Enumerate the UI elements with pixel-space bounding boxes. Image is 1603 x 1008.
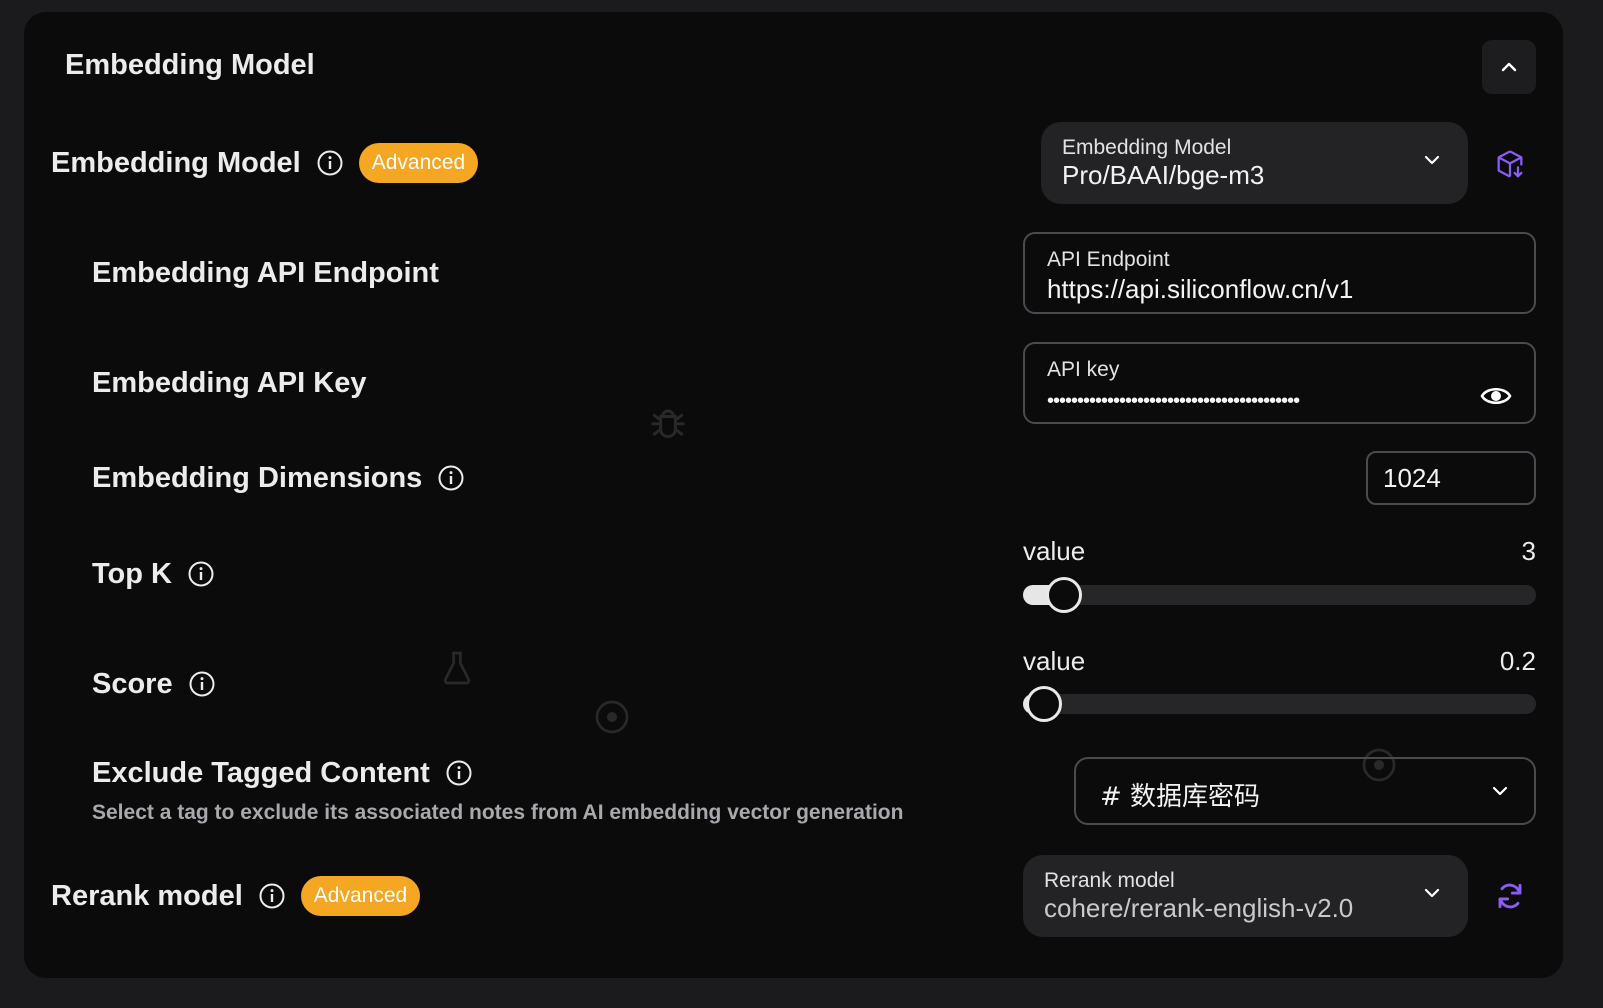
top-k-row-label: Top K: [92, 553, 214, 595]
advanced-badge: Advanced: [300, 876, 421, 916]
info-icon[interactable]: [259, 883, 285, 909]
bug-icon: [651, 409, 685, 439]
refresh-icon[interactable]: [1494, 880, 1526, 912]
top-k-slider[interactable]: [1023, 577, 1536, 613]
score-slider-thumb[interactable]: [1025, 686, 1062, 722]
rerank-model-label: Rerank model: [51, 879, 243, 912]
embedding-model-row-label: Embedding Model Advanced: [51, 142, 479, 184]
exclude-tagged-row-label: Exclude Tagged Content: [92, 752, 472, 794]
api-key-field[interactable]: API key ••••••••••••••••••••••••••••••••…: [1023, 342, 1536, 424]
info-icon[interactable]: [189, 671, 215, 697]
info-icon[interactable]: [446, 760, 472, 786]
info-icon[interactable]: [317, 150, 343, 176]
rerank-model-select[interactable]: Rerank model cohere/rerank-english-v2.0: [1023, 855, 1468, 937]
rerank-model-select-value: cohere/rerank-english-v2.0: [1044, 893, 1354, 923]
target-icon: [595, 700, 629, 734]
chevron-down-icon: [1424, 888, 1440, 898]
flask-icon: [443, 651, 471, 685]
exclude-tagged-description: Select a tag to exclude its associated n…: [92, 801, 904, 824]
cube-download-icon[interactable]: [1494, 148, 1526, 180]
eye-icon[interactable]: [1480, 384, 1512, 408]
top-k-slider-thumb[interactable]: [1046, 577, 1083, 613]
score-slider-value: 0.2: [1499, 646, 1536, 676]
api-endpoint-label: Embedding API Endpoint: [92, 256, 439, 289]
embedding-model-select-value: Pro/BAAI/bge-m3: [1062, 160, 1265, 190]
exclude-tagged-label: Exclude Tagged Content: [92, 756, 430, 789]
embedding-settings-panel: Embedding Model Embedding Model Advanced…: [24, 12, 1563, 978]
dimensions-input[interactable]: 1024: [1366, 451, 1536, 505]
embedding-model-select-label: Embedding Model: [1062, 136, 1232, 159]
api-endpoint-value[interactable]: https://api.siliconflow.cn/v1: [1047, 274, 1353, 305]
score-slider[interactable]: [1023, 686, 1536, 722]
api-key-row-label: Embedding API Key: [92, 362, 366, 404]
chevron-up-icon: [1501, 62, 1517, 72]
embedding-model-label: Embedding Model: [51, 146, 301, 179]
api-key-label: Embedding API Key: [92, 366, 367, 399]
api-endpoint-field[interactable]: API Endpoint https://api.siliconflow.cn/…: [1023, 232, 1536, 314]
api-key-value[interactable]: ••••••••••••••••••••••••••••••••••••••••…: [1047, 390, 1467, 413]
rerank-model-select-label: Rerank model: [1044, 869, 1175, 892]
chevron-down-icon: [1424, 155, 1440, 165]
chevron-down-icon: [1492, 786, 1508, 796]
score-row-label: Score: [92, 663, 215, 705]
collapse-button[interactable]: [1482, 40, 1536, 94]
info-icon[interactable]: [438, 465, 464, 491]
score-label: Score: [92, 667, 173, 700]
exclude-tag-value: # 数据库密码: [1100, 782, 1261, 812]
api-endpoint-row-label: Embedding API Endpoint: [92, 252, 439, 294]
embedding-model-select[interactable]: Embedding Model Pro/BAAI/bge-m3: [1041, 122, 1468, 204]
top-k-slider-label: value: [1023, 536, 1086, 566]
api-endpoint-field-label: API Endpoint: [1047, 248, 1170, 271]
info-icon[interactable]: [188, 561, 214, 587]
api-key-field-label: API key: [1047, 358, 1120, 381]
dimensions-label: Embedding Dimensions: [92, 461, 423, 494]
dimensions-row-label: Embedding Dimensions: [92, 457, 464, 499]
top-k-label: Top K: [92, 557, 172, 590]
exclude-tag-select[interactable]: # 数据库密码: [1074, 757, 1536, 825]
rerank-model-row-label: Rerank model Advanced: [51, 875, 421, 917]
advanced-badge: Advanced: [358, 143, 479, 183]
top-k-slider-value: 3: [1521, 536, 1536, 566]
panel-title: Embedding Model: [65, 49, 315, 81]
score-slider-label: value: [1023, 646, 1086, 676]
